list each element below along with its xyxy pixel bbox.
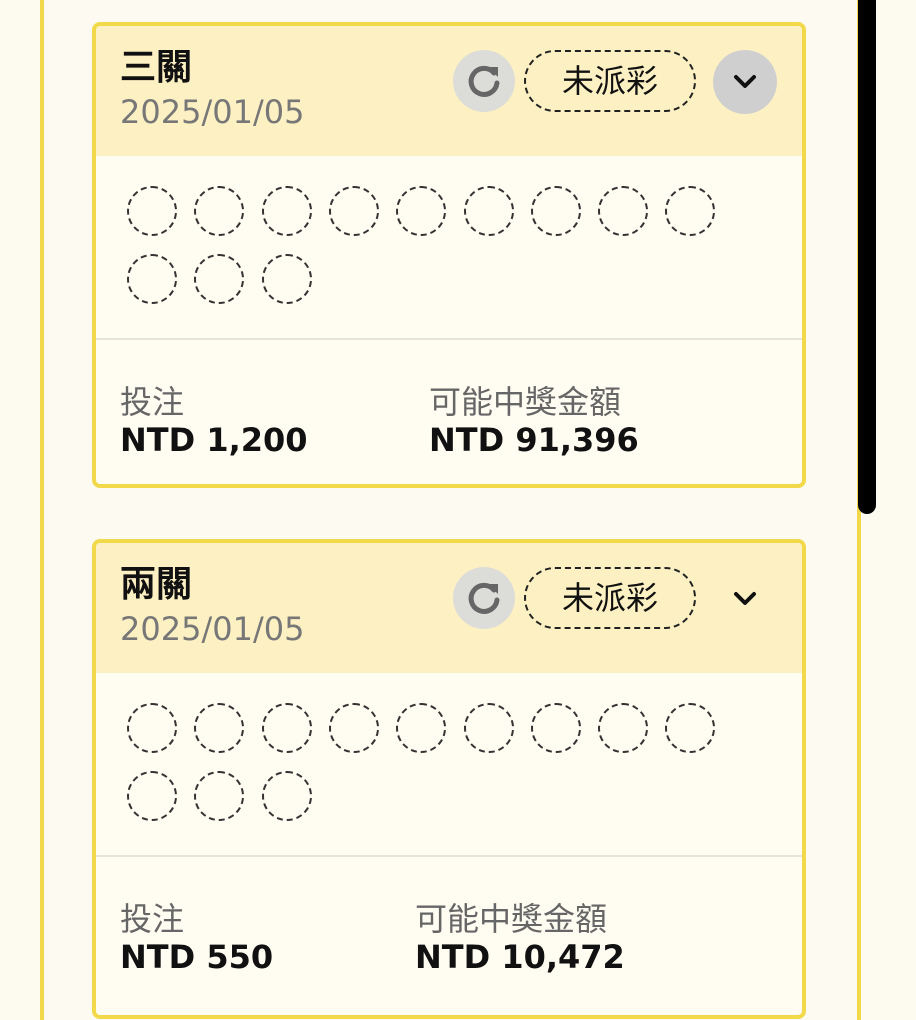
- scrollbar[interactable]: [858, 0, 876, 514]
- selection-ball: [329, 186, 379, 236]
- selection-ball: [262, 703, 312, 753]
- selection-ball: [262, 186, 312, 236]
- selection-ball: [262, 254, 312, 304]
- refresh-icon: [468, 582, 500, 614]
- chevron-down-icon: [734, 75, 756, 88]
- payout-label: 可能中獎金額: [415, 900, 608, 938]
- selection-ball: [598, 703, 648, 753]
- refresh-icon: [468, 65, 500, 97]
- bet-date: 2025/01/05: [120, 610, 305, 648]
- expand-button[interactable]: [713, 567, 777, 631]
- bet-card-header: 兩關 2025/01/05 未派彩: [96, 543, 802, 673]
- bet-date: 2025/01/05: [120, 93, 305, 131]
- selection-ball: [464, 186, 514, 236]
- bet-card[interactable]: 三關 2025/01/05 未派彩 投注 NTD 1,200 可能中獎金額 NT…: [92, 22, 806, 488]
- bet-summary: 投注 NTD 550 可能中獎金額 NTD 10,472: [96, 857, 802, 1003]
- status-badge: 未派彩: [524, 567, 696, 629]
- stake-value: NTD 550: [120, 938, 274, 976]
- selection-ball: [194, 186, 244, 236]
- selection-ball: [194, 254, 244, 304]
- selection-ball: [531, 186, 581, 236]
- selection-balls: [96, 673, 802, 857]
- selection-ball: [329, 703, 379, 753]
- selection-ball: [531, 703, 581, 753]
- selection-ball: [396, 186, 446, 236]
- stake-label: 投注: [120, 900, 185, 938]
- selection-ball: [127, 186, 177, 236]
- expand-button[interactable]: [713, 50, 777, 114]
- status-badge: 未派彩: [524, 50, 696, 112]
- stake-value: NTD 1,200: [120, 421, 308, 459]
- selection-ball: [194, 771, 244, 821]
- selection-balls: [96, 156, 802, 340]
- selection-ball: [598, 186, 648, 236]
- bet-type-title: 兩關: [120, 564, 193, 605]
- selection-ball: [464, 703, 514, 753]
- bet-card[interactable]: 兩關 2025/01/05 未派彩 投注 NTD 550 可能中獎金額 NTD …: [92, 539, 806, 1019]
- payout-value: NTD 91,396: [429, 421, 639, 459]
- selection-ball: [127, 771, 177, 821]
- bet-card-header: 三關 2025/01/05 未派彩: [96, 26, 802, 156]
- refresh-button[interactable]: [453, 50, 515, 112]
- bet-type-title: 三關: [120, 47, 193, 88]
- selection-ball: [127, 703, 177, 753]
- refresh-button[interactable]: [453, 567, 515, 629]
- selection-ball: [665, 703, 715, 753]
- payout-label: 可能中獎金額: [429, 383, 622, 421]
- bet-summary: 投注 NTD 1,200 可能中獎金額 NTD 91,396: [96, 340, 802, 484]
- payout-value: NTD 10,472: [415, 938, 625, 976]
- stake-label: 投注: [120, 383, 185, 421]
- selection-ball: [396, 703, 446, 753]
- selection-ball: [194, 703, 244, 753]
- selection-ball: [665, 186, 715, 236]
- chevron-down-icon: [734, 592, 756, 605]
- selection-ball: [262, 771, 312, 821]
- selection-ball: [127, 254, 177, 304]
